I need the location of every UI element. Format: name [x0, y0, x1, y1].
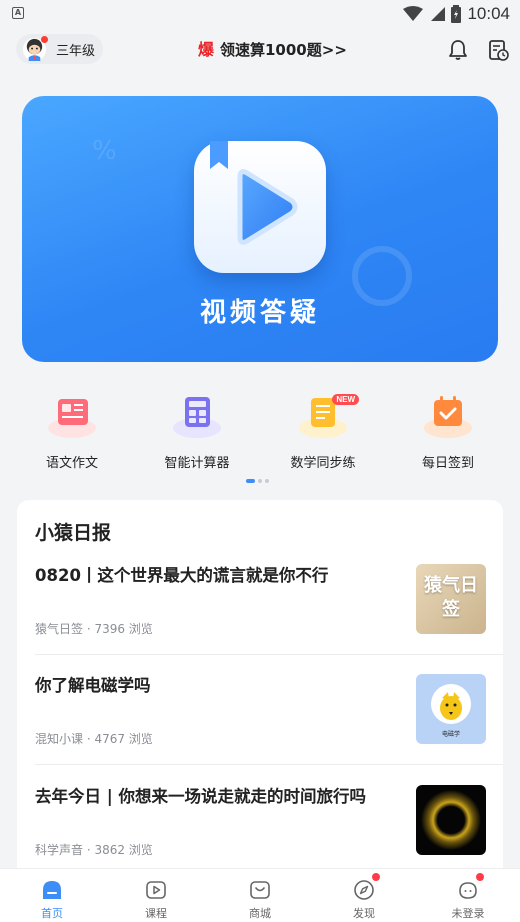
news-article[interactable]: 去年今日 | 你想来一场说走就走的时间旅行吗 科学声音 · 3862 浏览 [17, 785, 503, 880]
article-meta: 混知小课 · 4767 浏览 [35, 732, 153, 746]
thumbnail-text: 猿气日签 [424, 575, 478, 620]
nav-label: 发现 [353, 907, 375, 920]
app-notification-icon: A [12, 7, 24, 19]
tool-label: 智能计算器 [164, 456, 230, 471]
user-face-icon [457, 873, 484, 901]
article-thumbnail: 电磁学 [416, 674, 486, 744]
tool-math-practice[interactable]: NEW 数学同步练 [268, 390, 378, 471]
article-thumbnail [416, 785, 486, 855]
tool-daily-checkin[interactable]: 每日签到 [393, 390, 503, 471]
news-article[interactable]: 你了解电磁学吗 混知小课 · 4767 浏览 电磁学 [17, 674, 503, 784]
article-meta: 猿气日签 · 7396 浏览 [35, 622, 153, 636]
discover-notification-dot [372, 873, 380, 881]
percent-decoration-icon: % [92, 136, 117, 166]
tool-label: 数学同步练 [290, 456, 356, 471]
play-course-icon [145, 879, 167, 901]
wifi-icon [403, 6, 424, 21]
tool-label: 每日签到 [421, 456, 474, 471]
profile-notification-dot [476, 873, 484, 881]
nav-label: 首页 [41, 907, 63, 920]
nav-courses[interactable]: 课程 [104, 869, 208, 922]
promo-link[interactable]: 爆 领速算1000题>> [198, 39, 347, 60]
page-indicator [246, 479, 269, 483]
video-qa-banner[interactable]: % 视频答疑 [22, 96, 498, 362]
home-icon [41, 879, 63, 901]
daily-news-card: 小猿日报 0820丨这个世界最大的谎言就是你不行 猿气日签 · 7396 浏览 … [17, 500, 503, 880]
top-header: 三年级 爆 领速算1000题>> [0, 28, 520, 74]
battery-icon [451, 5, 462, 23]
page-dot [265, 479, 269, 483]
thumbnail-text: 电磁学 [441, 731, 460, 738]
banner-title: 视频答疑 [199, 298, 320, 328]
video-play-icon [194, 141, 326, 273]
page-dot-active [246, 479, 255, 483]
nav-mall[interactable]: 商城 [208, 869, 312, 922]
quick-tools: 语文作文 智能计算器 NEW 数学同步练 每日签到 [0, 390, 520, 471]
article-title: 你了解电磁学吗 [35, 676, 151, 695]
grade-label: 三年级 [56, 44, 96, 59]
article-meta: 科学声音 · 3862 浏览 [35, 843, 153, 857]
nav-label: 商城 [249, 907, 271, 920]
history-record-icon[interactable] [486, 38, 510, 62]
composition-icon [48, 390, 96, 438]
compass-icon [353, 873, 380, 901]
divider [35, 654, 503, 655]
signal-icon [431, 7, 446, 21]
tool-label: 语文作文 [45, 456, 98, 471]
explosion-icon: 爆 [198, 39, 215, 59]
article-thumbnail: 猿气日签 [416, 564, 486, 634]
math-practice-icon: NEW [299, 390, 359, 438]
grade-notification-dot [41, 36, 48, 43]
promo-text: 领速算1000题>> [220, 41, 347, 59]
clock: 10:04 [467, 4, 510, 23]
article-title: 0820丨这个世界最大的谎言就是你不行 [35, 566, 329, 585]
divider [35, 764, 503, 765]
tool-composition[interactable]: 语文作文 [17, 390, 127, 471]
news-article[interactable]: 0820丨这个世界最大的谎言就是你不行 猿气日签 · 7396 浏览 猿气日签 [17, 564, 503, 674]
nav-home[interactable]: 首页 [0, 869, 104, 922]
new-badge: NEW [332, 394, 359, 405]
nav-label: 未登录 [451, 907, 485, 920]
bell-icon[interactable] [446, 38, 470, 62]
nav-label: 课程 [145, 907, 167, 920]
tool-calculator[interactable]: 智能计算器 [142, 390, 252, 471]
article-title: 去年今日 | 你想来一场说走就走的时间旅行吗 [35, 787, 367, 806]
bottom-navigation: 首页 课程 商城 发现 未登录 [0, 868, 520, 922]
grade-selector[interactable]: 三年级 [16, 34, 103, 64]
nav-discover[interactable]: 发现 [312, 869, 416, 922]
calendar-checkin-icon [424, 390, 472, 438]
nav-profile[interactable]: 未登录 [416, 869, 520, 922]
page-dot [258, 479, 262, 483]
status-bar: A 10:04 [0, 0, 520, 28]
shopping-bag-icon [249, 879, 271, 901]
calculator-icon [173, 390, 221, 438]
news-section-title: 小猿日报 [35, 522, 112, 544]
